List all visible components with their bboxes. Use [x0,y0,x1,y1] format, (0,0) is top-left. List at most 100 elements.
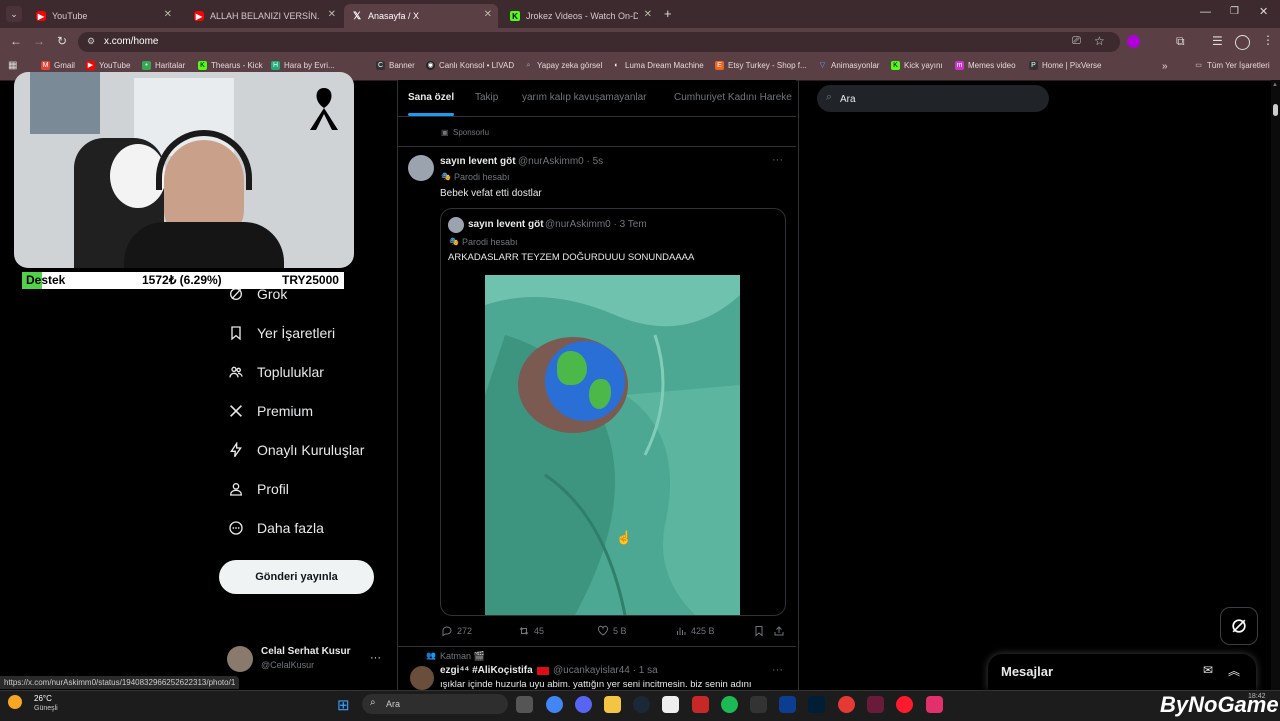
close-icon[interactable]: ✕ [484,9,492,20]
app-blue-icon[interactable] [779,696,796,713]
scrollbar-thumb[interactable] [1273,104,1278,116]
post-more-icon[interactable]: ··· [772,664,783,676]
bookmark-memes[interactable]: m Memes video [955,61,1016,70]
grok-floating-button[interactable] [1220,607,1258,645]
extension-download-icon[interactable] [1127,35,1140,48]
expand-icon[interactable]: ︽ [1228,662,1240,679]
nav-communities[interactable]: Topluluklar [228,364,324,380]
nav-verified-orgs[interactable]: Onaylı Kuruluşlar [228,442,364,458]
quote-avatar[interactable] [448,217,464,233]
tab-following[interactable]: Takip [475,92,498,103]
post-avatar[interactable] [408,155,434,181]
bookmark-gmail[interactable]: M Gmail [41,61,75,70]
nav-bookmarks[interactable]: Yer İşaretleri [228,325,335,341]
post-image[interactable] [485,275,740,615]
chrome-icon[interactable] [546,696,563,713]
steam-icon[interactable] [633,696,650,713]
bookmark-etsy[interactable]: E Etsy Turkey - Shop f... [715,61,807,70]
instagram-icon[interactable] [926,696,943,713]
avatar[interactable] [227,646,253,672]
close-window-icon[interactable]: ✕ [1259,5,1268,18]
share-button[interactable] [773,625,789,637]
next-post-avatar[interactable] [410,666,434,690]
bookmark-pixverse[interactable]: P Home | PixVerse [1029,61,1101,70]
menu-icon[interactable]: ⋮ [1262,33,1274,47]
bookmark-maps[interactable]: • Haritalar [142,61,185,70]
file-explorer-icon[interactable] [604,696,621,713]
epic-games-icon[interactable] [750,696,767,713]
back-icon[interactable]: ← [10,34,22,48]
scrollbar-up-icon[interactable]: ▲ [1272,82,1278,88]
install-app-icon[interactable]: ⎚ [1072,35,1081,48]
discord-icon[interactable] [575,696,592,713]
app-red-icon[interactable] [692,696,709,713]
post-more-icon[interactable]: ··· [772,154,783,166]
photoshop-icon[interactable] [808,696,825,713]
bookmark-kick-stream[interactable]: K Kick yayını [891,61,943,70]
tab-x-home[interactable]: 𝕏 Anasayfa / X ✕ [344,4,498,28]
all-bookmarks[interactable]: ▭ Tüm Yer İşaretleri [1194,61,1270,70]
taskbar-search[interactable] [362,694,508,714]
opera-icon[interactable] [896,696,913,713]
bookmark-youtube[interactable]: ▶ YouTube [86,61,130,70]
tab-youtube[interactable]: ▶ YouTube ✕ [28,4,178,28]
spotify-icon[interactable] [721,696,738,713]
apps-icon[interactable]: ▦ [8,60,17,71]
address-bar[interactable] [78,32,1120,52]
extensions-icon[interactable]: ⧉ [1176,34,1185,49]
post-author-name[interactable]: sayın levent göt [440,156,516,167]
nav-profile[interactable]: Profil [228,481,289,497]
account-menu-icon[interactable]: ··· [370,652,381,664]
profile-icon[interactable] [1235,35,1250,50]
close-icon[interactable]: ✕ [644,9,652,20]
bookmark-luma[interactable]: ◐ Luma Dream Machine [612,61,703,70]
reading-list-icon[interactable]: ☰ [1212,34,1223,48]
bookmark-hara[interactable]: H Hara by Evri... [271,61,335,70]
site-info-icon[interactable]: ⚙ [87,36,95,47]
close-icon[interactable]: ✕ [164,9,172,20]
forward-icon[interactable]: → [33,34,45,48]
windows-start-icon[interactable]: ⊞ [337,696,350,714]
account-name[interactable]: Celal Serhat Kusur [261,646,350,657]
tab-for-you[interactable]: Sana özel [408,92,454,103]
bookmark-button[interactable] [753,625,769,637]
task-view-icon[interactable] [516,696,533,713]
like-button[interactable]: 5 B [597,625,627,637]
next-post-author-handle[interactable]: @ucankayislar44 · 1 sa [553,665,658,676]
new-message-icon[interactable]: ✉ [1203,663,1213,677]
close-icon[interactable]: ✕ [328,9,336,20]
app-cherry-icon[interactable] [838,696,855,713]
reply-button[interactable]: 272 [441,625,472,637]
tab-list-cumhuriyet[interactable]: Cumhuriyet Kadını Hareke [674,92,796,103]
reload-icon[interactable]: ↻ [57,34,67,48]
bookmark-banner[interactable]: C Banner [376,61,415,70]
bookmark-animations[interactable]: ▽ Animasyonlar [818,61,880,70]
repost-button[interactable]: 45 [518,625,544,637]
weather-temp[interactable]: 26°C [34,694,52,703]
post-author-handle[interactable]: @nurAskimm0 · 5s [518,156,603,167]
bookmark-star-icon[interactable]: ☆ [1094,34,1105,48]
next-post-context[interactable]: Katman 🎬 [440,651,485,662]
tab-jrokez[interactable]: K Jrokez Videos - Watch On-Dem ✕ [502,4,658,28]
nav-premium[interactable]: Premium [228,403,313,419]
bookmarks-overflow-icon[interactable]: » [1162,61,1168,72]
post-button[interactable]: Gönderi yayınla [219,560,374,594]
views-button[interactable]: 425 B [675,625,715,637]
tab-list-kavusamayanlar[interactable]: yarım kalıp kavuşamayanlar [522,92,647,103]
nav-more[interactable]: Daha fazla [228,520,324,536]
new-tab-button[interactable]: + [664,6,672,21]
minimize-icon[interactable]: — [1200,6,1211,18]
tab-youtube-video[interactable]: ▶ ALLAH BELANIZI VERSİN. - You ✕ [186,4,342,28]
page-scrollbar[interactable]: ▲ [1271,80,1280,690]
restore-icon[interactable]: ❐ [1230,6,1239,17]
next-post-author-name[interactable]: ezgi⁴⁴ #AliKoçistifa [440,665,533,676]
taskbar-clock[interactable]: 18:42 [1248,693,1266,700]
bookmark-kick-thearus[interactable]: K Thearus - Kick [198,61,263,70]
tab-search-button[interactable]: ⌄ [6,6,22,22]
epic-like-icon[interactable] [662,696,679,713]
bookmark-ai-image[interactable]: ⌕ Yapay zeka görsel [524,61,603,70]
app-dark-icon[interactable] [867,696,884,713]
reply-icon [442,626,452,637]
kick-icon: K [891,61,900,70]
bookmark-livad[interactable]: ◉ Canlı Konsol • LIVAD [426,61,514,70]
